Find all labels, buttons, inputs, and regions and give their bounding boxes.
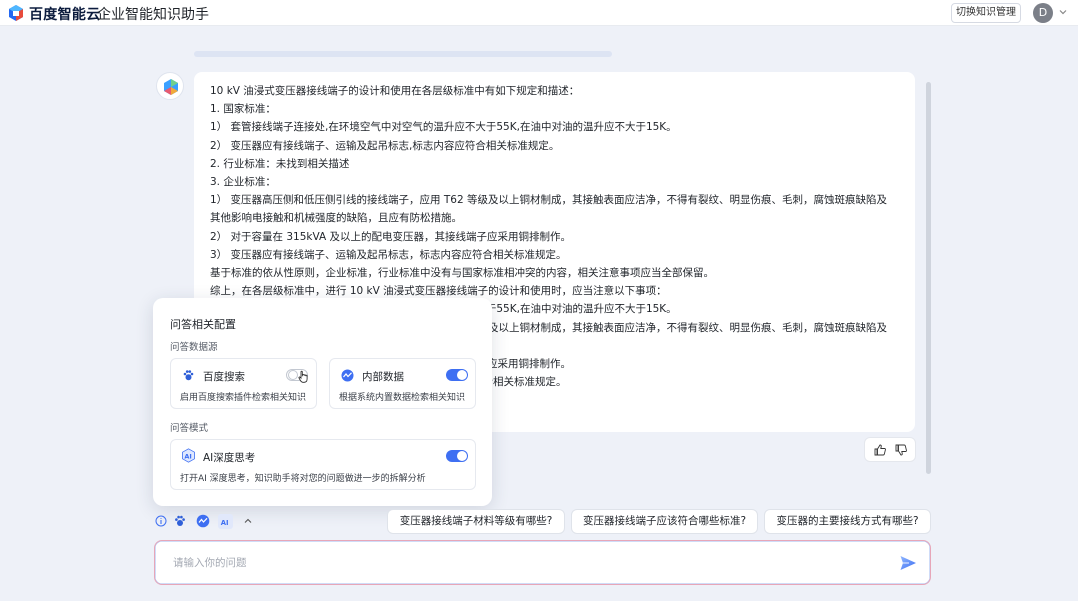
send-icon[interactable] (899, 554, 917, 572)
switch-kb-button[interactable]: 切换知识管理 (951, 3, 1021, 23)
answer-line: 其他影响电接触和机械强度的缺陷，且应有防松措施。 (210, 212, 462, 225)
app-title: 企业智能知识助手 (97, 7, 209, 23)
top-bar: 百度智能云 企业智能知识助手 切换知识管理 D (0, 0, 1078, 26)
internal-data-icon (341, 369, 354, 382)
deep-thinking-toggle[interactable] (446, 450, 468, 462)
data-source-label: 问答数据源 (170, 342, 218, 353)
qa-mode-label: 问答模式 (170, 423, 209, 434)
question-input-box[interactable] (154, 540, 931, 585)
deep-thinking-card[interactable]: AI AI深度思考 打开AI 深度思考，知识助手将对您的问题做进一步的拆解分析 (170, 439, 476, 490)
question-input[interactable] (173, 554, 873, 572)
deep-thinking-desc: 打开AI 深度思考，知识助手将对您的问题做进一步的拆解分析 (180, 474, 426, 484)
baidu-paw-icon[interactable] (173, 514, 187, 528)
baidu-paw-icon (183, 370, 194, 381)
answer-line: 1） 变压器高压侧和低压侧引线的接线端子，应用 T62 等级及以上铜材制成，其接… (210, 194, 887, 207)
baidu-search-card[interactable]: 百度搜索 启用百度搜索插件检索相关知识 (170, 358, 317, 409)
assistant-avatar (156, 72, 184, 100)
answer-line: 2） 对于容量在 315kVA 及以上的配电变压器，其接线端子应采用铜排制作。 (210, 230, 572, 243)
user-avatar[interactable]: D (1033, 3, 1053, 23)
suggestion-chip[interactable]: 变压器接线端子应该符合哪些标准? (571, 509, 758, 534)
answer-line: 基于标准的依从性原则，企业标准，行业标准中没有与国家标准相冲突的内容，相关注意事… (210, 267, 714, 280)
answer-line: 3） 变压器应有接线端子、运输及起吊标志，标志内容应符合相关标准规定。 (210, 248, 567, 261)
internal-data-desc: 根据系统内置数据检索相关知识 (339, 393, 466, 403)
baidu-search-name: 百度搜索 (203, 371, 245, 383)
config-title: 问答相关配置 (170, 318, 236, 331)
baidu-cloud-logo-icon (9, 5, 23, 21)
assistant-logo-icon (164, 79, 178, 95)
brand-name: 百度智能云 (29, 7, 101, 23)
answer-line: 1. 国家标准： (210, 103, 276, 116)
internal-data-name: 内部数据 (362, 371, 404, 383)
chevron-down-icon[interactable] (1058, 7, 1068, 17)
deep-thinking-name: AI深度思考 (203, 452, 256, 464)
thumbs-down-icon[interactable] (895, 444, 907, 456)
answer-line: 10 kV 油浸式变压器接线端子的设计和使用在各层级标准中有如下规定和描述： (210, 85, 580, 97)
suggestion-chip[interactable]: 变压器接线端子材料等级有哪些? (387, 509, 565, 534)
baidu-search-desc: 启用百度搜索插件检索相关知识 (180, 393, 307, 403)
internal-data-toggle[interactable] (446, 369, 468, 381)
ai-deep-think-icon: AI (182, 448, 195, 463)
chat-scrollbar[interactable] (926, 82, 931, 474)
chevron-up-icon[interactable] (241, 514, 255, 528)
answer-line: 1） 套管接线端子连接处,在环境空气中对空气的温升应不大于55K,在油中对油的温… (210, 121, 677, 134)
answer-line: 2） 变压器应有接线端子、运输及起吊标志,标志内容应符合相关标准规定。 (210, 139, 560, 152)
svg-text:AI: AI (221, 519, 229, 527)
thumbs-up-icon[interactable] (874, 444, 886, 456)
internal-data-card[interactable]: 内部数据 根据系统内置数据检索相关知识 (329, 358, 476, 409)
info-icon[interactable] (154, 514, 168, 528)
answer-line: 3. 企业标准： (210, 176, 276, 189)
feedback-buttons (864, 437, 916, 462)
answer-line: 2. 行业标准：未找到相关描述 (210, 157, 350, 170)
suggestion-chip[interactable]: 变压器的主要接线方式有哪些? (764, 509, 931, 534)
internal-data-icon[interactable] (196, 514, 210, 528)
svg-text:AI: AI (184, 452, 191, 460)
hand-cursor-icon (298, 370, 308, 383)
previous-message-placeholder (194, 51, 612, 57)
ai-deep-think-icon[interactable]: AI (218, 514, 233, 529)
qa-config-popover: 问答相关配置 问答数据源 百度搜索 启用百度搜索插件检索相关知识 内部数据 根据… (153, 298, 492, 506)
